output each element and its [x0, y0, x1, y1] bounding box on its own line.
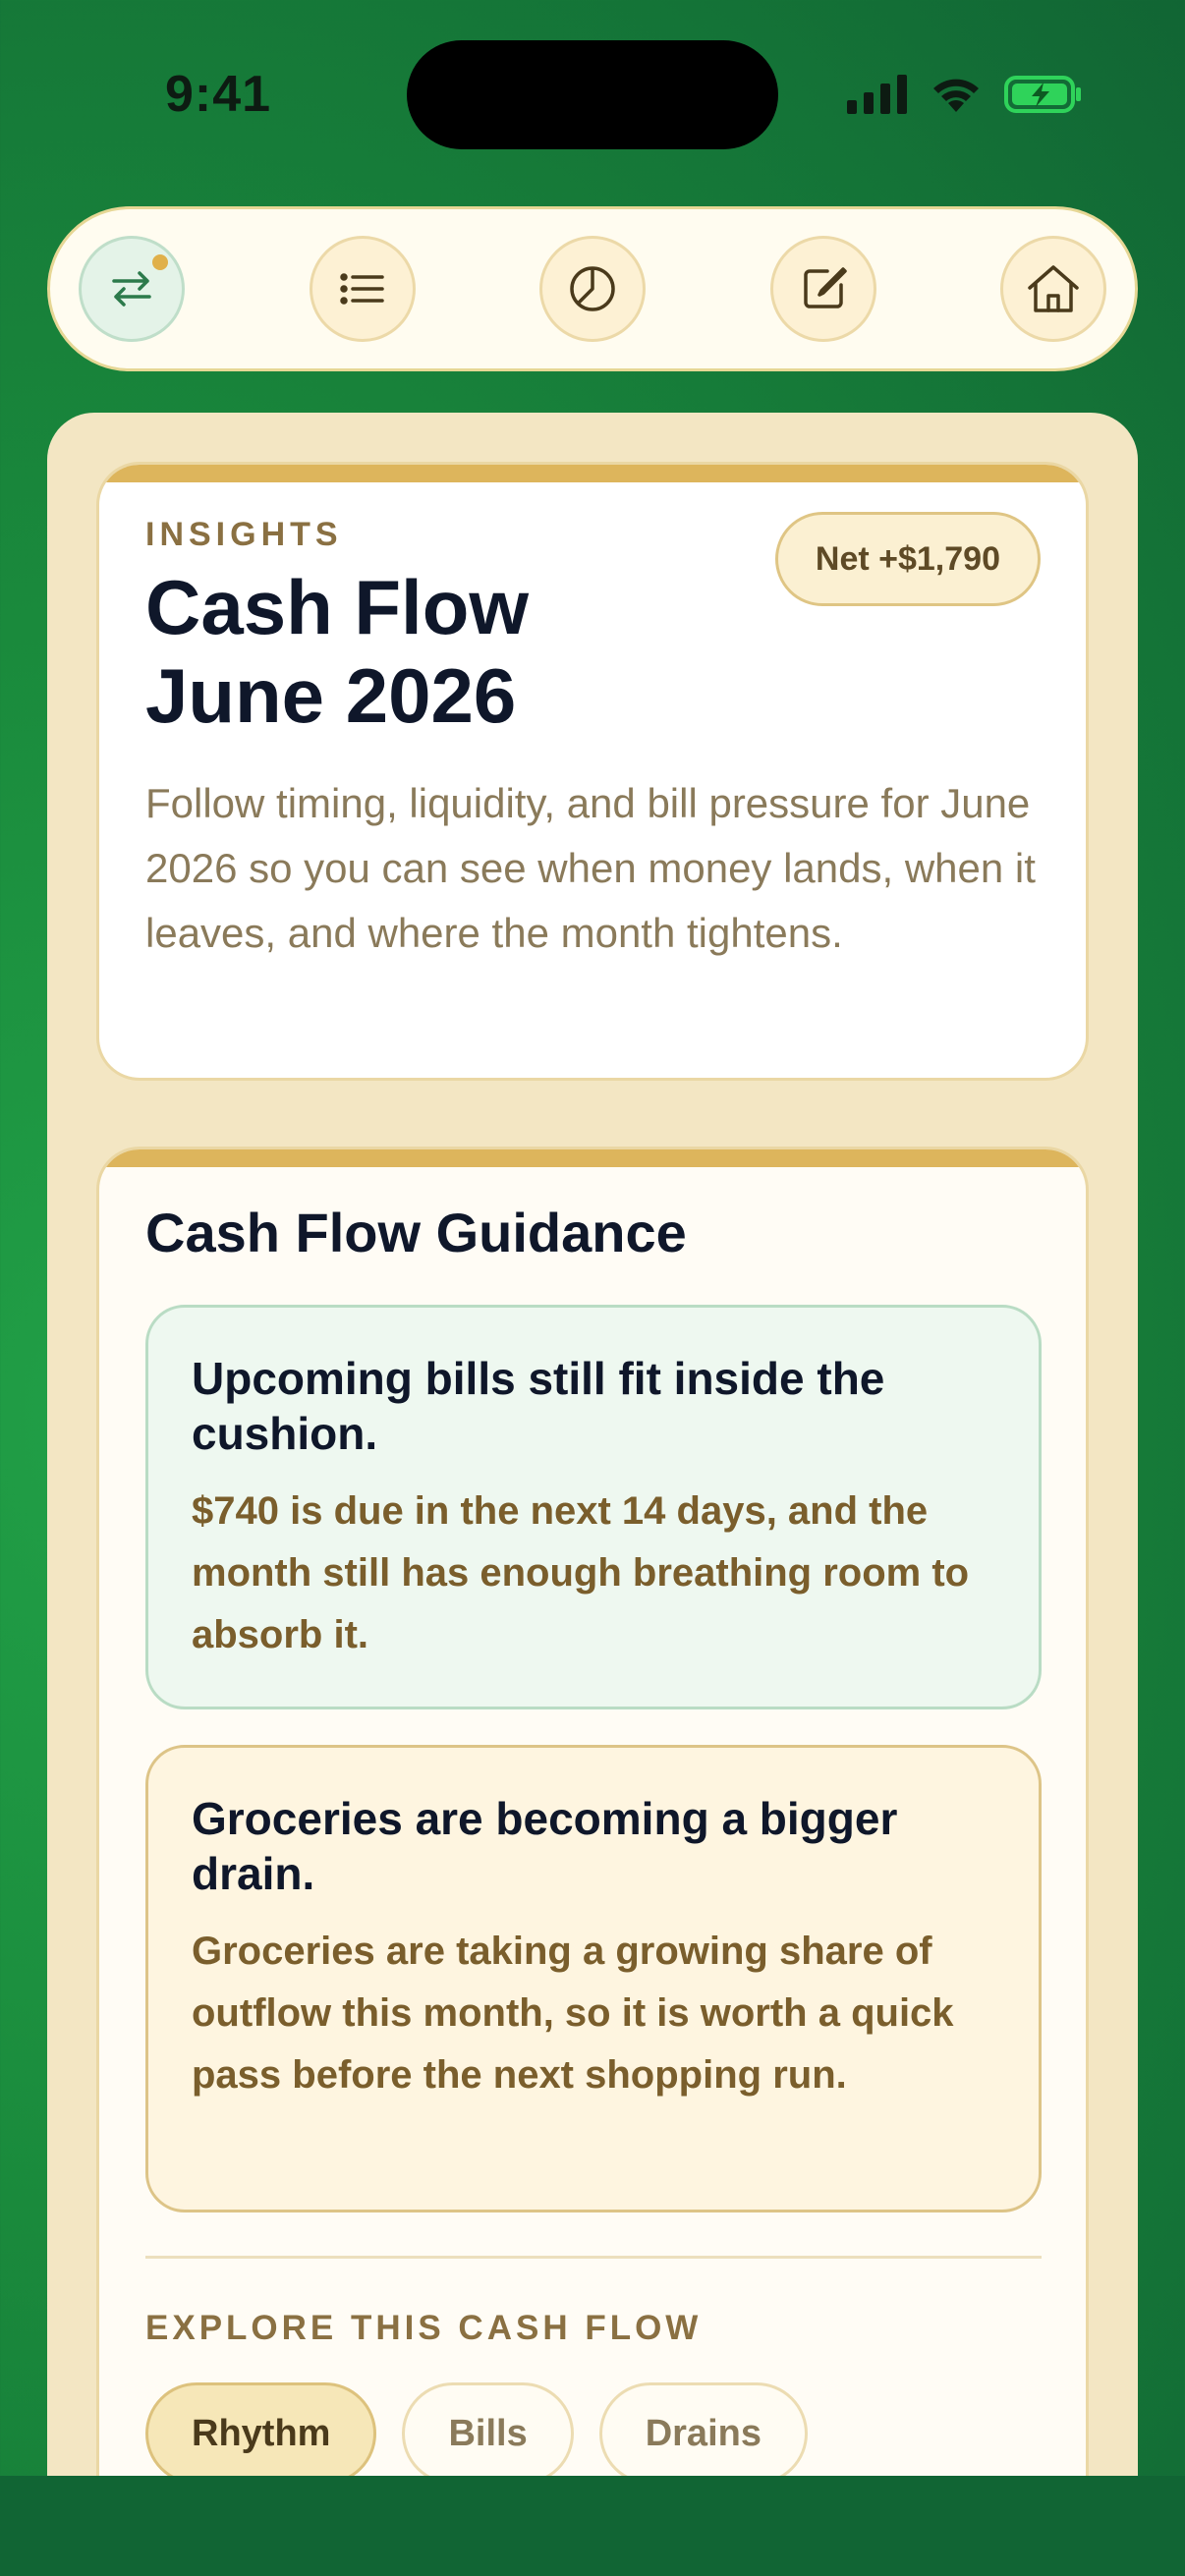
- list-icon: [339, 273, 384, 305]
- guidance-item-title: Groceries are becoming a bigger drain.: [192, 1793, 898, 1899]
- guidance-item-title: Upcoming bills still fit inside the cush…: [192, 1353, 885, 1459]
- status-time: 9:41: [165, 66, 272, 123]
- home-icon: [1028, 265, 1079, 312]
- chip-drains[interactable]: Drains: [598, 2382, 808, 2485]
- status-bar: 9:41: [0, 0, 1185, 187]
- pie-chart-icon: [570, 266, 615, 311]
- eyebrow-label: INSIGHTS: [145, 516, 343, 553]
- dynamic-island: [407, 40, 778, 149]
- nav-transfer-button[interactable]: [79, 236, 185, 342]
- guidance-title: Cash Flow Guidance: [145, 1202, 687, 1263]
- chip-bills[interactable]: Bills: [402, 2382, 574, 2485]
- explore-label: EXPLORE THIS CASH FLOW: [145, 2309, 703, 2347]
- guidance-item-bills: Upcoming bills still fit inside the cush…: [145, 1305, 1042, 1709]
- explore-chips: Rhythm Bills Drains: [145, 2382, 808, 2485]
- edit-icon: [803, 267, 847, 308]
- nav-home-button[interactable]: [1000, 236, 1106, 342]
- status-icons: [847, 73, 1083, 116]
- battery-charging-icon: [1004, 76, 1081, 113]
- nav-list-button[interactable]: [309, 236, 416, 342]
- bottom-band: [0, 2476, 1185, 2576]
- transfer-arrows-icon: [112, 271, 151, 307]
- guidance-card: Cash Flow Guidance Upcoming bills still …: [96, 1147, 1089, 2576]
- notification-dot: [152, 254, 168, 270]
- guidance-item-groceries: Groceries are becoming a bigger drain. G…: [145, 1745, 1042, 2212]
- title-line-1: Cash Flow: [145, 564, 530, 650]
- main-panel: INSIGHTS Net +$1,790 Cash Flow June 2026…: [47, 413, 1138, 2576]
- guidance-item-text: $740 is due in the next 14 days, and the…: [192, 1489, 970, 1656]
- net-badge: Net +$1,790: [774, 512, 1041, 606]
- top-nav: [47, 206, 1138, 371]
- nav-edit-button[interactable]: [769, 236, 876, 342]
- wifi-icon: [933, 79, 979, 112]
- page-description: Follow timing, liquidity, and bill press…: [145, 780, 1036, 956]
- guidance-item-text: Groceries are taking a growing share of …: [192, 1930, 954, 2097]
- cellular-signal-icon: [847, 75, 907, 114]
- chip-rhythm[interactable]: Rhythm: [145, 2382, 377, 2485]
- cash-flow-header-card: INSIGHTS Net +$1,790 Cash Flow June 2026…: [96, 462, 1089, 1081]
- nav-insights-button[interactable]: [539, 236, 646, 342]
- page-title: Cash Flow June 2026: [145, 563, 735, 740]
- divider: [145, 2256, 1042, 2259]
- title-line-2: June 2026: [145, 652, 517, 739]
